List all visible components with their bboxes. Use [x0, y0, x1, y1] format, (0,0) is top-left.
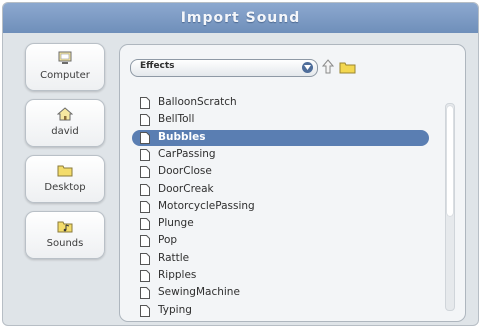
- file-name: BellToll: [158, 113, 195, 126]
- file-row[interactable]: MotorcyclePassing: [132, 199, 429, 215]
- sound-file-icon: [140, 287, 150, 300]
- sidebar-item-computer[interactable]: Computer: [25, 43, 105, 91]
- file-name: Pop: [158, 234, 178, 247]
- file-row[interactable]: CarPassing: [132, 147, 429, 163]
- sound-file-icon: [140, 166, 150, 179]
- sound-file-icon: [140, 252, 150, 265]
- file-row[interactable]: BellToll: [132, 112, 429, 128]
- file-name: Rattle: [158, 251, 190, 264]
- file-row[interactable]: Ripples: [132, 268, 429, 284]
- file-row[interactable]: SewingMachine: [132, 285, 429, 301]
- file-name: Bubbles: [158, 130, 206, 143]
- home-icon: [57, 107, 73, 121]
- dialog-title: Import Sound: [180, 10, 301, 26]
- sidebar-item-label: david: [51, 126, 79, 137]
- sound-file-icon: [140, 200, 150, 213]
- file-row[interactable]: Pop: [132, 233, 429, 249]
- file-browser-panel: Effects BalloonScratch BellToll Bubbles Car…: [119, 44, 466, 322]
- file-name: CarPassing: [158, 147, 216, 160]
- sidebar-item-desktop[interactable]: Desktop: [25, 155, 105, 203]
- scrollbar-thumb[interactable]: [447, 106, 453, 216]
- sidebar-item-label: Computer: [40, 70, 90, 81]
- file-row[interactable]: BalloonScratch: [132, 95, 429, 111]
- up-arrow-icon[interactable]: [322, 59, 334, 75]
- file-name: DoorClose: [158, 165, 212, 178]
- file-name: BalloonScratch: [158, 96, 237, 108]
- file-row[interactable]: DoorCreak: [132, 182, 429, 198]
- folder-icon: [57, 165, 73, 177]
- file-row[interactable]: Plunge: [132, 216, 429, 232]
- file-row[interactable]: Typing: [132, 303, 429, 317]
- vertical-scrollbar[interactable]: [445, 103, 455, 311]
- new-folder-icon[interactable]: [339, 60, 356, 74]
- file-name: Typing: [158, 303, 192, 316]
- location-dropdown[interactable]: Effects: [130, 59, 318, 77]
- sidebar-item-label: Sounds: [46, 238, 84, 249]
- sidebar-item-sounds[interactable]: Sounds: [25, 211, 105, 259]
- sound-file-icon: [140, 183, 150, 196]
- file-name: SewingMachine: [158, 286, 240, 299]
- sound-file-icon: [140, 235, 150, 248]
- sound-file-icon: [140, 114, 150, 127]
- file-name: DoorCreak: [158, 182, 214, 195]
- file-list: BalloonScratch BellToll Bubbles CarPassing D…: [132, 95, 432, 317]
- sounds-folder-icon: [57, 221, 73, 233]
- import-sound-dialog: Import Sound Computer david Desktop Soun…: [2, 2, 479, 326]
- title-bar[interactable]: Import Sound: [3, 3, 478, 33]
- file-name: Ripples: [158, 269, 197, 281]
- sound-file-icon: [140, 97, 150, 109]
- sound-file-icon: [140, 131, 150, 144]
- file-row[interactable]: Bubbles: [132, 129, 429, 146]
- file-name: Plunge: [158, 217, 194, 230]
- sound-file-icon: [140, 304, 150, 317]
- file-name: MotorcyclePassing: [158, 199, 255, 212]
- computer-icon: [58, 51, 72, 64]
- sound-file-icon: [140, 218, 150, 231]
- file-row[interactable]: DoorClose: [132, 164, 429, 180]
- sound-file-icon: [140, 148, 150, 161]
- sound-file-icon: [140, 270, 150, 282]
- sidebar-item-label: Desktop: [44, 182, 86, 193]
- chevron-down-icon: [302, 62, 313, 73]
- location-dropdown-value: Effects: [140, 61, 175, 71]
- sidebar-item-david[interactable]: david: [25, 99, 105, 147]
- file-row[interactable]: Rattle: [132, 251, 429, 267]
